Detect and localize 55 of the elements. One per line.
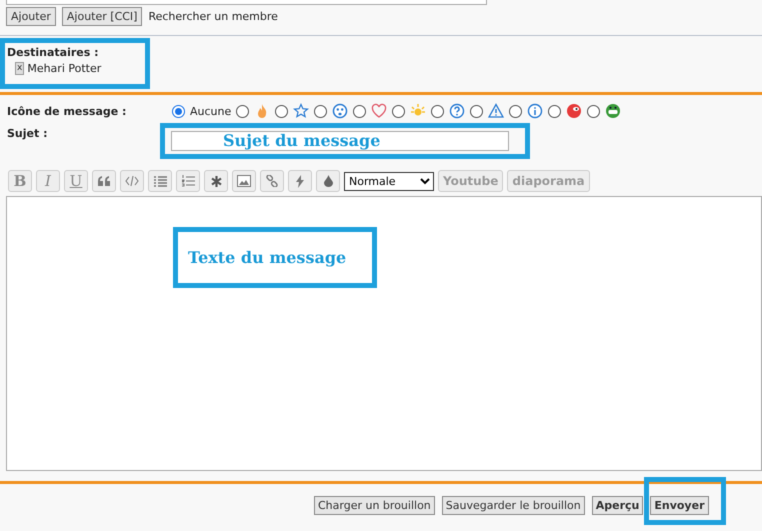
toolbar-button[interactable] bbox=[148, 170, 172, 192]
subject-field[interactable] bbox=[171, 131, 509, 151]
list-icon bbox=[154, 176, 166, 186]
toolbar-button[interactable] bbox=[204, 170, 228, 192]
remove-button[interactable]: x bbox=[15, 62, 24, 75]
option-label: Aucune bbox=[190, 104, 232, 118]
action-button[interactable]: Aperçu bbox=[592, 496, 644, 515]
toolbar-button[interactable] bbox=[232, 170, 256, 192]
question-icon bbox=[449, 103, 466, 119]
action-button[interactable]: Sauvegarder le brouillon bbox=[442, 496, 585, 515]
add-button[interactable]: Ajouter bbox=[6, 7, 56, 26]
radio-button[interactable] bbox=[431, 104, 444, 118]
star-icon bbox=[293, 103, 310, 119]
quote-icon bbox=[98, 176, 110, 186]
asterisk-icon bbox=[210, 176, 222, 186]
warning-icon bbox=[488, 103, 504, 119]
drop-icon bbox=[324, 175, 332, 187]
info-icon bbox=[527, 103, 544, 119]
numbered-list-icon bbox=[182, 175, 194, 187]
radio-button[interactable] bbox=[392, 104, 406, 118]
radio-button[interactable] bbox=[314, 104, 328, 118]
recipients-label: Destinataires : bbox=[7, 46, 100, 59]
radio-button[interactable] bbox=[548, 104, 562, 118]
annotation-text: Sujet du message bbox=[223, 131, 380, 150]
size-select[interactable]: Normale bbox=[344, 172, 434, 190]
toolbar-button[interactable] bbox=[288, 170, 312, 192]
radio-button[interactable] bbox=[470, 104, 484, 118]
action-button[interactable]: Charger un brouillon bbox=[314, 496, 435, 515]
image-icon bbox=[237, 175, 251, 187]
recipient-name: Mehari Potter bbox=[27, 62, 102, 75]
annotation-text: Texte du message bbox=[188, 248, 346, 267]
winking-face-icon bbox=[566, 103, 582, 119]
heart-icon bbox=[371, 103, 388, 119]
toolbar-button[interactable] bbox=[92, 170, 116, 192]
link-icon bbox=[266, 175, 278, 187]
text-field[interactable] bbox=[6, 0, 487, 5]
toolbar-button[interactable] bbox=[176, 170, 200, 192]
radio-button[interactable] bbox=[236, 104, 250, 118]
toolbar-button[interactable] bbox=[120, 170, 144, 192]
toolbar-button[interactable] bbox=[316, 170, 340, 192]
add-button[interactable]: Ajouter [CCI] bbox=[62, 7, 142, 26]
code-icon bbox=[125, 176, 139, 186]
subject-label: Sujet : bbox=[6, 126, 48, 140]
sad-face-icon bbox=[332, 103, 348, 119]
message-icon-label: Icône de message : bbox=[6, 104, 128, 118]
grinning-face-icon bbox=[605, 103, 622, 119]
toolbar-button[interactable] bbox=[260, 170, 284, 192]
search-member-link[interactable]: Rechercher un membre bbox=[148, 10, 278, 23]
radio-button[interactable] bbox=[172, 104, 185, 118]
lightning-icon bbox=[296, 174, 304, 188]
radio-button[interactable] bbox=[275, 104, 288, 118]
radio-button[interactable] bbox=[353, 104, 366, 118]
action-button[interactable]: Envoyer bbox=[650, 496, 708, 515]
radio-button[interactable] bbox=[509, 104, 522, 118]
radio-button[interactable] bbox=[587, 104, 600, 118]
